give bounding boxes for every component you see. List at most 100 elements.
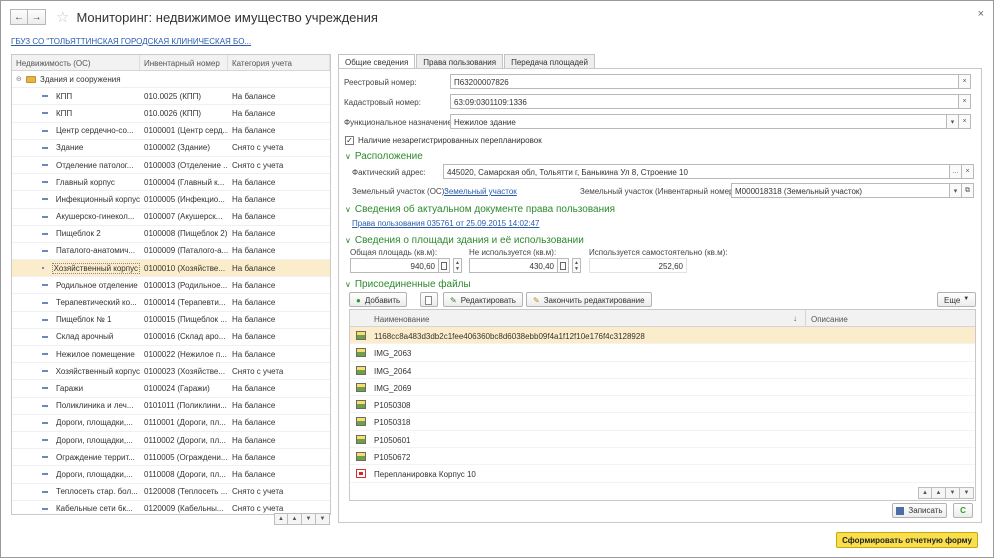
tree-row[interactable]: Терапевтический ко... 0100014 (Терапевти.… bbox=[12, 294, 330, 312]
save-button[interactable]: Записать bbox=[892, 503, 947, 518]
tree-item-name: Дороги, площадки,... bbox=[56, 435, 133, 445]
files-scroll-up-button[interactable]: ▲ bbox=[932, 487, 946, 499]
scroll-top-button[interactable]: ▲ bbox=[274, 513, 288, 525]
tree-row[interactable]: Гаражи 0100024 (Гаражи) На балансе bbox=[12, 380, 330, 398]
tree-col-inventory[interactable]: Инвентарный номер bbox=[140, 55, 228, 70]
tree-row[interactable]: Инфекционный корпус 0100005 (Инфекцио... Н… bbox=[12, 191, 330, 209]
file-name: P1050601 bbox=[374, 435, 411, 445]
tree-row[interactable]: Пищеблок 2 0100008 (Пищеблок 2) На балансе bbox=[12, 226, 330, 243]
chevron-down-icon: ▾ bbox=[950, 118, 955, 126]
land-plot-dropdown[interactable]: ▾ bbox=[950, 183, 962, 198]
file-row[interactable]: 1168cc8a483d3db2c1fee406360bc8d6038ebb09… bbox=[350, 327, 975, 345]
total-area-calc-button[interactable] bbox=[439, 258, 450, 273]
item-icon bbox=[42, 507, 48, 510]
unused-area-calc-button[interactable] bbox=[558, 258, 569, 273]
file-row[interactable]: P1050672 bbox=[350, 448, 975, 466]
file-row[interactable]: P1050318 bbox=[350, 413, 975, 431]
tree-row[interactable]: Дороги, площадки,... 0110008 (Дороги, пл.… bbox=[12, 466, 330, 484]
land-plot-inventory-field[interactable]: М000018318 (Земельный участок) bbox=[731, 183, 950, 198]
clear-cadastral-button[interactable]: × bbox=[959, 94, 971, 109]
more-menu-button[interactable]: Еще ▼ bbox=[937, 292, 977, 307]
sort-down-icon[interactable]: ↓ bbox=[793, 314, 797, 323]
rights-document-link[interactable]: Права пользования 035761 от 25.09.2015 1… bbox=[352, 219, 539, 228]
organization-link[interactable]: ГБУЗ СО "ТОЛЬЯТТИНСКАЯ ГОРОДСКАЯ КЛИНИЧЕ… bbox=[11, 37, 251, 46]
finish-edit-button[interactable]: ✎ Закончить редактирование bbox=[526, 292, 652, 307]
cadastral-number-field[interactable]: 63:09:0301109:1336 bbox=[450, 94, 959, 109]
tree-row[interactable]: Хозяйственный корпус 0100023 (Хозяйстве..… bbox=[12, 363, 330, 381]
tab-usage-rights[interactable]: Права пользования bbox=[416, 54, 504, 69]
tree-row[interactable]: Родильное отделение 0100013 (Родильное...… bbox=[12, 277, 330, 295]
more-menu-label: Еще bbox=[944, 296, 961, 305]
file-row[interactable]: Перепланировка Корпус 10 bbox=[350, 465, 975, 483]
unregistered-redevelopment-checkbox[interactable]: ✓ Наличие незарегистрированных переплани… bbox=[345, 136, 542, 145]
unused-area-stepper[interactable]: ▲ ▼ bbox=[572, 258, 581, 273]
file-row[interactable]: IMG_2069 bbox=[350, 379, 975, 397]
tree-row[interactable]: Центр сердечно-со... 0100001 (Центр серд.… bbox=[12, 123, 330, 140]
total-area-stepper[interactable]: ▲ ▼ bbox=[453, 258, 462, 273]
refresh-button[interactable]: C bbox=[953, 503, 973, 518]
clear-address-button[interactable]: × bbox=[962, 164, 974, 179]
tree-row[interactable]: Дороги, площадки,... 0110002 (Дороги, пл.… bbox=[12, 432, 330, 450]
collapse-icon[interactable]: ⊖ bbox=[16, 75, 24, 83]
arrow-left-icon: ← bbox=[14, 11, 24, 23]
tree-row[interactable]: Паталого-анатомич... 0100009 (Паталого-а.… bbox=[12, 243, 330, 261]
tree-row[interactable]: Хозяйственный корпус 0100010 (Хозяйстве..… bbox=[12, 260, 330, 278]
rights-section-header[interactable]: ∨ Сведения об актуальном документе права… bbox=[345, 204, 615, 215]
tree-col-category[interactable]: Категория учета bbox=[228, 55, 330, 70]
open-file-button[interactable] bbox=[420, 292, 438, 307]
edit-file-button[interactable]: ✎ Редактировать bbox=[443, 292, 523, 307]
tree-row[interactable]: Акушерско-гинекол... 0100007 (Акушерск...… bbox=[12, 209, 330, 226]
unused-area-field[interactable]: 430,40 bbox=[469, 258, 558, 273]
files-section-header[interactable]: ∨ Присоединенные файлы bbox=[345, 279, 471, 290]
functional-purpose-dropdown[interactable]: ▾ bbox=[947, 114, 959, 129]
tree-row[interactable]: Нежилое помещение 0100022 (Нежилое п... На… bbox=[12, 346, 330, 364]
tree-row[interactable]: Теплосеть стар. бол... 0120008 (Теплосеть… bbox=[12, 484, 330, 501]
files-col-name[interactable]: Наименование bbox=[374, 315, 429, 324]
location-section-header[interactable]: ∨ Расположение bbox=[345, 151, 423, 162]
functional-purpose-field[interactable]: Нежилое здание bbox=[450, 114, 947, 129]
generate-report-button[interactable]: Сформировать отчетную форму bbox=[836, 532, 978, 548]
checkmark-icon[interactable]: ✓ bbox=[345, 136, 354, 145]
clear-functional-purpose-button[interactable]: × bbox=[959, 114, 971, 129]
back-button[interactable]: ← bbox=[10, 9, 28, 25]
files-scroll-bottom-button[interactable]: ▼ bbox=[960, 487, 974, 499]
scroll-bottom-button[interactable]: ▼ bbox=[316, 513, 330, 525]
item-icon bbox=[42, 164, 48, 167]
tree-row[interactable]: КПП 010.0026 (КПП) На балансе bbox=[12, 105, 330, 123]
files-scroll-down-button[interactable]: ▼ bbox=[946, 487, 960, 499]
tree-item-name: Теплосеть стар. бол... bbox=[56, 487, 138, 497]
tree-row[interactable]: Главный корпус 0100004 (Главный к... На ба… bbox=[12, 174, 330, 192]
tree-col-name[interactable]: Недвижимость (ОС) bbox=[12, 55, 140, 70]
tab-general[interactable]: Общие сведения bbox=[338, 54, 416, 69]
tree-row[interactable]: КПП 010.0025 (КПП) На балансе bbox=[12, 88, 330, 106]
file-row[interactable]: IMG_2063 bbox=[350, 344, 975, 362]
actual-address-field[interactable]: 445020, Самарская обл, Тольятти г, Банык… bbox=[443, 164, 950, 179]
tree-row[interactable]: Ограждение террит... 0110005 (Ограждени..… bbox=[12, 449, 330, 467]
tab-area-transfer[interactable]: Передача площадей bbox=[504, 54, 595, 69]
forward-button[interactable]: → bbox=[28, 9, 46, 25]
tree-row[interactable]: Склад арочный 0100016 (Склад аро... На бал… bbox=[12, 329, 330, 346]
tree-row[interactable]: Дороги, площадки,... 0110001 (Дороги, пл.… bbox=[12, 415, 330, 432]
tree-row[interactable]: Пищеблок № 1 0100015 (Пищеблок ... На бала… bbox=[12, 312, 330, 329]
add-file-button[interactable]: ● Добавить bbox=[349, 292, 408, 307]
clear-registry-button[interactable]: × bbox=[959, 74, 971, 89]
file-row[interactable]: P1050308 bbox=[350, 396, 975, 414]
scroll-down-button[interactable]: ▼ bbox=[302, 513, 316, 525]
registry-number-field[interactable]: П63200007826 bbox=[450, 74, 959, 89]
tree-row[interactable]: Поликлиника и леч... 0101011 (Поликлини..… bbox=[12, 398, 330, 415]
files-col-description[interactable]: Описание bbox=[811, 315, 848, 324]
address-select-button[interactable]: … bbox=[950, 164, 962, 179]
star-icon[interactable]: ☆ bbox=[56, 10, 69, 25]
area-section-header[interactable]: ∨ Сведения о площади здания и её использ… bbox=[345, 235, 584, 246]
tree-row[interactable]: Здание 0100002 (Здание) Снято с учета bbox=[12, 140, 330, 157]
tree-group-row[interactable]: ⊖ Здания и сооружения bbox=[12, 71, 330, 89]
file-row[interactable]: IMG_2064 bbox=[350, 362, 975, 379]
close-icon[interactable]: × bbox=[978, 8, 984, 20]
tree-row[interactable]: Отделение патолог... 0100003 (Отделение .… bbox=[12, 157, 330, 175]
scroll-up-button[interactable]: ▲ bbox=[288, 513, 302, 525]
total-area-field[interactable]: 940,60 bbox=[350, 258, 439, 273]
files-scroll-top-button[interactable]: ▲ bbox=[918, 487, 932, 499]
file-row[interactable]: P1050601 bbox=[350, 431, 975, 449]
land-plot-os-link[interactable]: Земельный участок bbox=[444, 187, 517, 196]
land-plot-open-button[interactable]: ⧉ bbox=[962, 183, 974, 198]
